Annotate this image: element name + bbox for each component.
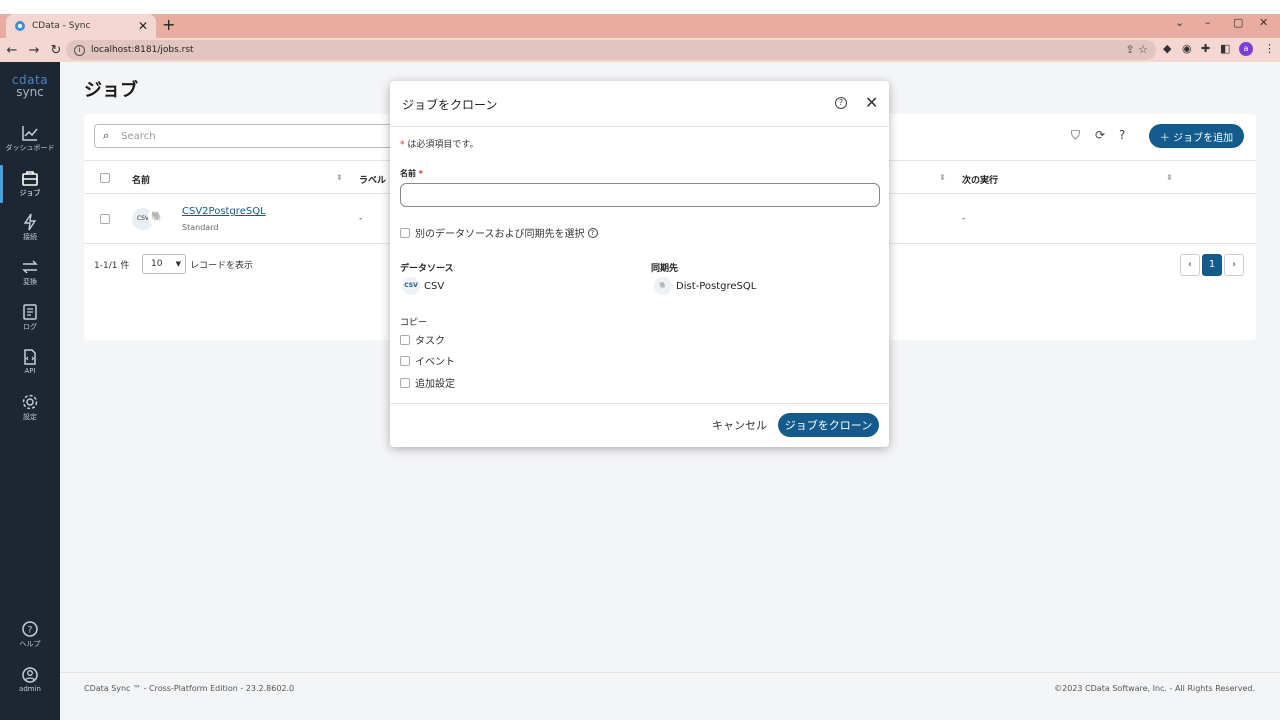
- copy-settings-checkbox[interactable]: [400, 377, 410, 388]
- copy-tasks-label: タスク: [415, 336, 445, 347]
- postgresql-icon: 🐘: [654, 277, 672, 295]
- share-star-icons[interactable]: ⇪ ☆: [1125, 43, 1148, 56]
- menu-icon[interactable]: ⋮: [1264, 42, 1275, 55]
- destination-heading: 同期先: [651, 264, 679, 274]
- copy-settings-row[interactable]: 追加設定: [400, 375, 455, 390]
- tab-close-icon[interactable]: ✕: [138, 19, 148, 33]
- source-heading: データソース: [400, 264, 454, 274]
- name-field[interactable]: [400, 183, 880, 207]
- alt-source-checkbox-row[interactable]: 別のデータソースおよび同期先を選択 ?: [400, 225, 598, 240]
- copy-events-checkbox[interactable]: [400, 355, 410, 366]
- question-icon[interactable]: ?: [587, 227, 598, 238]
- destination-connection: 🐘 Dist-PostgreSQL: [654, 277, 756, 295]
- copy-events-label: イベント: [415, 357, 455, 368]
- new-tab-icon[interactable]: +: [162, 15, 175, 34]
- window-top-strip: [0, 0, 1280, 14]
- forward-icon[interactable]: →: [24, 43, 44, 58]
- close-icon[interactable]: ✕: [865, 93, 878, 112]
- profile-avatar[interactable]: a: [1239, 42, 1253, 56]
- dialog-footer-divider: [390, 403, 889, 404]
- name-label-text: 名前: [400, 169, 416, 178]
- required-note: * は必須項目です。: [400, 140, 479, 150]
- site-info-icon[interactable]: i: [74, 44, 85, 56]
- sidepanel-icon[interactable]: ◧: [1220, 42, 1230, 55]
- help-icon[interactable]: ?: [835, 97, 847, 109]
- address-bar: ← → ↻ i localhost:8181/jobs.rst ⇪ ☆: [0, 38, 1280, 62]
- alt-source-label: 別のデータソースおよび同期先を選択: [415, 229, 585, 240]
- destination-name: Dist-PostgreSQL: [676, 280, 757, 292]
- clone-job-button[interactable]: ジョブをクローン: [778, 413, 879, 437]
- copy-tasks-row[interactable]: タスク: [400, 332, 445, 347]
- required-note-text: は必須項目です。: [407, 140, 479, 150]
- copy-events-row[interactable]: イベント: [400, 353, 455, 368]
- back-icon[interactable]: ←: [2, 43, 22, 58]
- dialog-header: ジョブをクローン ? ✕: [390, 81, 889, 127]
- csv-icon: CSV: [402, 277, 420, 295]
- copy-settings-label: 追加設定: [415, 379, 455, 390]
- tab-title: CData - Sync: [32, 21, 91, 31]
- minimize-icon[interactable]: –: [1205, 16, 1211, 29]
- restore-icon[interactable]: ▢: [1233, 16, 1243, 29]
- name-field-label: 名前 *: [400, 169, 423, 178]
- window-close-icon[interactable]: ✕: [1259, 16, 1268, 29]
- browser-tab[interactable]: CData - Sync ✕: [6, 14, 156, 38]
- clone-job-dialog: ジョブをクローン ? ✕ * は必須項目です。 名前 * 別のデータソースおよび…: [390, 81, 889, 447]
- copy-tasks-checkbox[interactable]: [400, 334, 410, 345]
- dialog-title: ジョブをクローン: [402, 98, 498, 112]
- puzzle-icon[interactable]: ✚: [1201, 42, 1210, 55]
- source-name: CSV: [424, 280, 445, 292]
- copy-heading: コピー: [400, 318, 428, 328]
- url-text: localhost:8181/jobs.rst: [91, 45, 194, 55]
- alt-source-checkbox[interactable]: [400, 227, 410, 238]
- reload-icon[interactable]: ↻: [46, 43, 66, 58]
- extension-icon[interactable]: ◆: [1163, 42, 1171, 55]
- tab-search-icon[interactable]: ⌄: [1175, 16, 1184, 29]
- password-icon[interactable]: ◉: [1182, 42, 1192, 55]
- cdata-favicon-icon: [15, 21, 25, 31]
- cancel-button[interactable]: キャンセル: [712, 417, 767, 433]
- url-field[interactable]: i localhost:8181/jobs.rst ⇪ ☆: [66, 40, 1156, 60]
- source-connection: CSV CSV: [402, 277, 444, 295]
